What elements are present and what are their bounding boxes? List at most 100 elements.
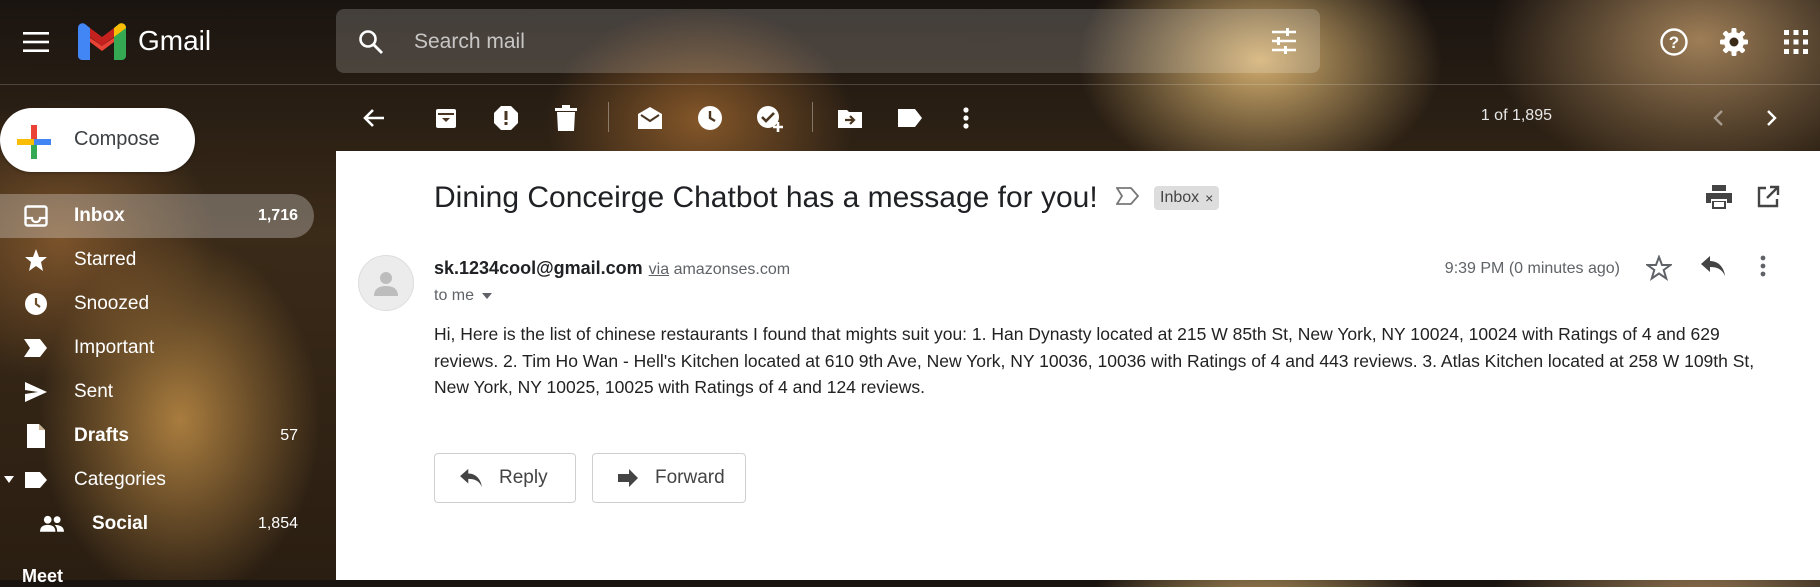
more-vert-icon[interactable] [1760,255,1766,277]
email-subject: Dining Conceirge Chatbot has a message f… [434,181,1098,214]
sidebar-item-social[interactable]: Social 1,854 [0,502,314,546]
avatar[interactable] [358,255,414,311]
reply-icon[interactable] [1700,255,1726,277]
sidebar-item-label: Drafts [74,425,129,446]
print-icon[interactable] [1706,185,1732,209]
sidebar-item-important[interactable]: Important [0,326,314,370]
search-bar[interactable] [336,9,1320,73]
compose-button[interactable]: Compose [0,108,195,172]
gmail-logo[interactable]: Gmail [78,22,211,60]
sidebar-item-label: Social [92,513,148,534]
archive-button[interactable] [432,104,460,132]
search-input[interactable] [412,23,1236,61]
search-icon[interactable] [358,29,384,55]
unread-count: 1,716 [257,207,298,224]
label-button[interactable] [896,104,924,132]
chevron-down-icon [482,293,493,299]
chevron-left-icon [1713,110,1723,126]
sidebar-item-label: Snoozed [74,293,150,314]
gmail-m-icon [78,23,126,60]
sidebar-item-inbox[interactable]: Inbox 1,716 [0,194,314,238]
add-to-tasks-button[interactable] [756,104,784,132]
sidebar-item-label: Starred [74,249,137,270]
toolbar-divider [608,102,609,132]
move-to-button[interactable] [836,104,864,132]
sidebar-item-label: Categories [74,469,166,490]
apps-button[interactable] [1776,22,1816,62]
more-vert-icon [963,107,969,129]
draft-icon [24,424,48,448]
scrollbar[interactable] [1812,151,1820,580]
toolbar-divider [812,102,813,132]
main-menu-button[interactable] [16,22,56,62]
email-body: Hi, Here is the list of chinese restaura… [434,324,1755,397]
svg-text:?: ? [1669,33,1679,52]
label-chip-text: Inbox [1160,189,1200,206]
add-task-icon [757,106,783,132]
report-spam-button[interactable] [492,104,520,132]
sidebar-item-snoozed[interactable]: Snoozed [0,282,314,326]
label-icon [898,109,922,127]
person-icon [374,272,398,296]
star-icon [24,248,48,272]
newer-button[interactable] [1704,104,1732,132]
help-button[interactable]: ? [1654,22,1694,62]
back-button[interactable] [360,104,388,132]
recipients-text: to me [434,287,475,304]
draft-count: 57 [280,427,298,444]
mark-unread-button[interactable] [636,104,664,132]
sidebar-item-label: Important [74,337,155,358]
settings-button[interactable] [1714,22,1754,62]
reply-icon [459,468,483,488]
sidebar-item-categories[interactable]: Categories [0,458,314,502]
open-new-window-icon[interactable] [1756,185,1780,209]
sidebar-item-starred[interactable]: Starred [0,238,314,282]
sidebar-item-drafts[interactable]: Drafts 57 [0,414,314,458]
forward-label: Forward [655,467,725,488]
mark-unread-icon [638,107,662,129]
email-view: Dining Conceirge Chatbot has a message f… [336,151,1820,580]
inbox-label-chip: Inbox × [1154,186,1220,210]
sender-email[interactable]: sk.1234cool@gmail.com [434,258,643,278]
reply-button[interactable]: Reply [434,453,576,503]
clock-icon [24,292,48,316]
compose-label: Compose [74,128,160,150]
tune-icon[interactable] [1270,28,1298,54]
send-icon [24,380,48,404]
move-to-icon [838,110,862,128]
help-icon: ? [1660,28,1688,56]
older-button[interactable] [1758,104,1786,132]
social-count: 1,854 [257,515,298,532]
message-toolbar: 1 of 1,895 [336,84,1820,150]
recipients-toggle[interactable]: to me [434,287,493,305]
remove-label-button[interactable]: × [1205,190,1213,206]
via-domain: amazonses.com [673,261,791,278]
apps-grid-icon [1784,30,1808,54]
email-timestamp: 9:39 PM (0 minutes ago) [1444,260,1620,277]
snooze-button[interactable] [696,104,724,132]
gear-icon [1720,28,1748,56]
menu-icon [23,32,49,52]
plus-icon [17,125,51,159]
people-icon [40,512,64,536]
forward-button[interactable]: Forward [592,453,746,503]
more-actions-button[interactable] [952,104,980,132]
importance-marker-icon[interactable] [1116,187,1140,205]
via-link[interactable]: via [649,261,669,278]
sidebar-item-sent[interactable]: Sent [0,370,314,414]
reply-label: Reply [499,467,548,488]
trash-icon [555,105,577,131]
chevron-right-icon [1767,110,1777,126]
pagination-count: 1 of 1,895 [1480,107,1552,124]
delete-button[interactable] [552,104,580,132]
caret-down-icon[interactable] [4,476,14,484]
sender-line: sk.1234cool@gmail.com via amazonses.com [434,258,790,279]
sidebar-item-label: Sent [74,381,114,402]
inbox-icon [24,204,48,228]
star-icon[interactable] [1646,255,1672,281]
archive-icon [436,109,456,128]
report-spam-icon [494,106,518,130]
app-name: Gmail [138,25,212,56]
important-icon [24,336,48,360]
sidebar: Compose Inbox 1,716 Starred Snoozed Impo… [0,84,336,586]
